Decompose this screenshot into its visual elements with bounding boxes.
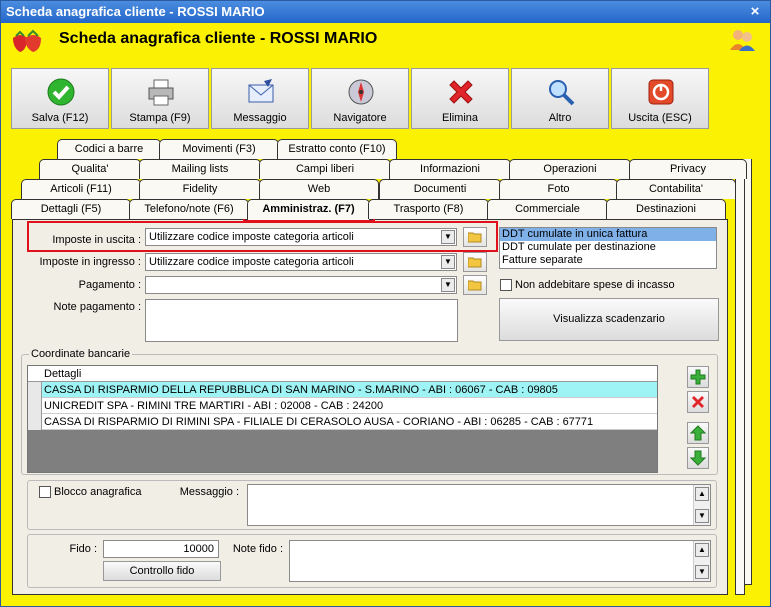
visualizza-scadenzario-button[interactable]: Visualizza scadenzario (499, 298, 719, 341)
table-row[interactable]: CASSA DI RISPARMIO DI RIMINI SPA - FILIA… (42, 414, 657, 430)
tab-fidelity[interactable]: Fidelity (139, 179, 261, 199)
toolbar-button-label: Elimina (441, 112, 479, 124)
amministrazione-panel: Imposte in uscita : Utilizzare codice im… (12, 219, 728, 595)
imposte-ingresso-folder-button[interactable] (463, 252, 487, 272)
tab-telefono-note-f6[interactable]: Telefono/note (F6) (129, 199, 249, 219)
move-up-button[interactable] (687, 422, 709, 444)
toolbar-button[interactable]: Salva (F12) (11, 68, 109, 129)
note-pagamento-label: Note pagamento : (53, 301, 141, 313)
non-addebitare-checkbox[interactable] (500, 279, 512, 291)
toolbar-button-label: Altro (548, 112, 572, 124)
fatturazione-option[interactable]: DDT cumulate per destinazione (500, 241, 716, 254)
messaggio-label: Messaggio : (179, 486, 239, 498)
tab-dettagli-f5[interactable]: Dettagli (F5) (11, 199, 131, 219)
tab-informazioni[interactable]: Informazioni (389, 159, 511, 179)
tab-trasporto-f8[interactable]: Trasporto (F8) (368, 199, 489, 219)
title-bar: Scheda anagrafica cliente - ROSSI MARIO … (1, 1, 770, 23)
tab-movimenti-f3[interactable]: Movimenti (F3) (159, 139, 279, 159)
blocco-anagrafica-label: Blocco anagrafica (54, 486, 142, 498)
toolbar-button[interactable]: Messaggio (211, 68, 309, 129)
toolbar-button[interactable]: Navigatore (311, 68, 409, 129)
coordinate-bancarie-label: Coordinate bancarie (29, 348, 133, 360)
tab-qualita[interactable]: Qualita' (39, 159, 141, 179)
window-title: Scheda anagrafica cliente - ROSSI MARIO (6, 4, 265, 19)
main-window: Scheda anagrafica cliente - ROSSI MARIO … (0, 0, 771, 607)
messaggio-scrollbar[interactable]: ▲ ▼ (693, 485, 710, 525)
grid-header-dettagli[interactable]: Dettagli (42, 366, 81, 382)
add-bank-button[interactable] (687, 366, 709, 388)
arrow-up-icon (690, 425, 706, 441)
imposte-ingresso-label: Imposte in ingresso : (39, 256, 142, 268)
toolbar-button[interactable]: Altro (511, 68, 609, 129)
scroll-up-icon[interactable]: ▲ (695, 543, 709, 557)
toolbar-button-label: Navigatore (333, 112, 387, 124)
toolbar-button-label: Messaggio (233, 112, 287, 124)
pagamento-label: Pagamento : (78, 279, 141, 291)
highlight-frame-imposte (27, 221, 498, 252)
close-button[interactable]: × (746, 3, 764, 21)
controllo-fido-button[interactable]: Controllo fido (103, 561, 221, 581)
tab-operazioni[interactable]: Operazioni (509, 159, 631, 179)
toolbar-button[interactable]: Elimina (411, 68, 509, 129)
note-fido-scrollbar[interactable]: ▲ ▼ (693, 541, 710, 581)
scroll-down-icon[interactable]: ▼ (695, 509, 709, 523)
tab-privacy[interactable]: Privacy (629, 159, 747, 179)
tab-documenti[interactable]: Documenti (379, 179, 501, 199)
tab-campi-liberi[interactable]: Campi liberi (259, 159, 391, 179)
folder-icon (468, 280, 482, 291)
tab-contabilita[interactable]: Contabilita' (616, 179, 736, 199)
grid-row-selector (28, 382, 42, 430)
tab-commerciale[interactable]: Commerciale (487, 199, 608, 219)
pagamento-folder-button[interactable] (463, 275, 487, 295)
note-fido-label: Note fido : (232, 543, 283, 555)
chevron-down-icon[interactable]: ▼ (441, 255, 455, 269)
scroll-down-icon[interactable]: ▼ (695, 565, 709, 579)
tab-mailing-lists[interactable]: Mailing lists (139, 159, 261, 179)
delete-bank-button[interactable] (687, 391, 709, 413)
chevron-down-icon[interactable]: ▼ (441, 278, 455, 292)
table-row[interactable]: UNICREDIT SPA - RIMINI TRE MARTIRI - ABI… (42, 398, 657, 414)
plus-icon (690, 369, 706, 385)
arrow-down-icon (690, 450, 706, 466)
tab-destinazioni[interactable]: Destinazioni (606, 199, 726, 219)
pagamento-select[interactable]: ▼ (145, 276, 457, 294)
move-down-button[interactable] (687, 447, 709, 469)
tab-page-edge (735, 179, 745, 595)
non-addebitare-label: Non addebitare spese di incasso (515, 279, 675, 291)
tab-web[interactable]: Web (259, 179, 379, 199)
toolbar-button[interactable]: Stampa (F9) (111, 68, 209, 129)
blocco-anagrafica-checkbox[interactable] (39, 486, 51, 498)
tab-codici-a-barre[interactable]: Codici a barre (57, 139, 161, 159)
tab-amministraz-f7[interactable]: Amministraz. (F7) (247, 199, 370, 220)
fido-label: Fido : (69, 543, 97, 555)
users-icon[interactable] (728, 28, 756, 52)
table-row[interactable]: CASSA DI RISPARMIO DELLA REPUBBLICA DI S… (42, 382, 657, 398)
folder-icon (468, 257, 482, 268)
page-title: Scheda anagrafica cliente - ROSSI MARIO (59, 30, 378, 47)
fatturazione-option[interactable]: Fatture separate (500, 254, 716, 267)
imposte-ingresso-select[interactable]: Utilizzare codice imposte categoria arti… (145, 253, 457, 271)
tab-foto[interactable]: Foto (499, 179, 618, 199)
tab-estratto-conto-f10[interactable]: Estratto conto (F10) (277, 139, 397, 159)
delete-x-icon (692, 396, 704, 408)
note-pagamento-textarea[interactable] (145, 299, 458, 342)
toolbar-button-label: Salva (F12) (31, 112, 89, 124)
imposte-ingresso-value: Utilizzare codice imposte categoria arti… (149, 256, 354, 268)
fatturazione-listbox[interactable]: DDT cumulate in unica fattura DDT cumula… (499, 227, 717, 269)
header-bar: Scheda anagrafica cliente - ROSSI MARIO (1, 23, 770, 57)
messaggio-textarea[interactable]: ▲ ▼ (247, 484, 711, 526)
toolbar-button-label: Uscita (ESC) (628, 112, 692, 124)
tab-articoli-f11[interactable]: Articoli (F11) (21, 179, 141, 199)
toolbar-button[interactable]: Uscita (ESC) (611, 68, 709, 129)
grid-header-row: Dettagli (28, 366, 657, 382)
note-fido-textarea[interactable]: ▲ ▼ (289, 540, 711, 582)
scroll-up-icon[interactable]: ▲ (695, 487, 709, 501)
fido-input[interactable]: 10000 (103, 540, 219, 558)
toolbar-button-label: Stampa (F9) (129, 112, 191, 124)
bank-grid[interactable]: Dettagli CASSA DI RISPARMIO DELLA REPUBB… (27, 365, 658, 473)
strawberry-logo-icon (9, 28, 49, 54)
fatturazione-option[interactable]: DDT cumulate in unica fattura (500, 228, 716, 241)
